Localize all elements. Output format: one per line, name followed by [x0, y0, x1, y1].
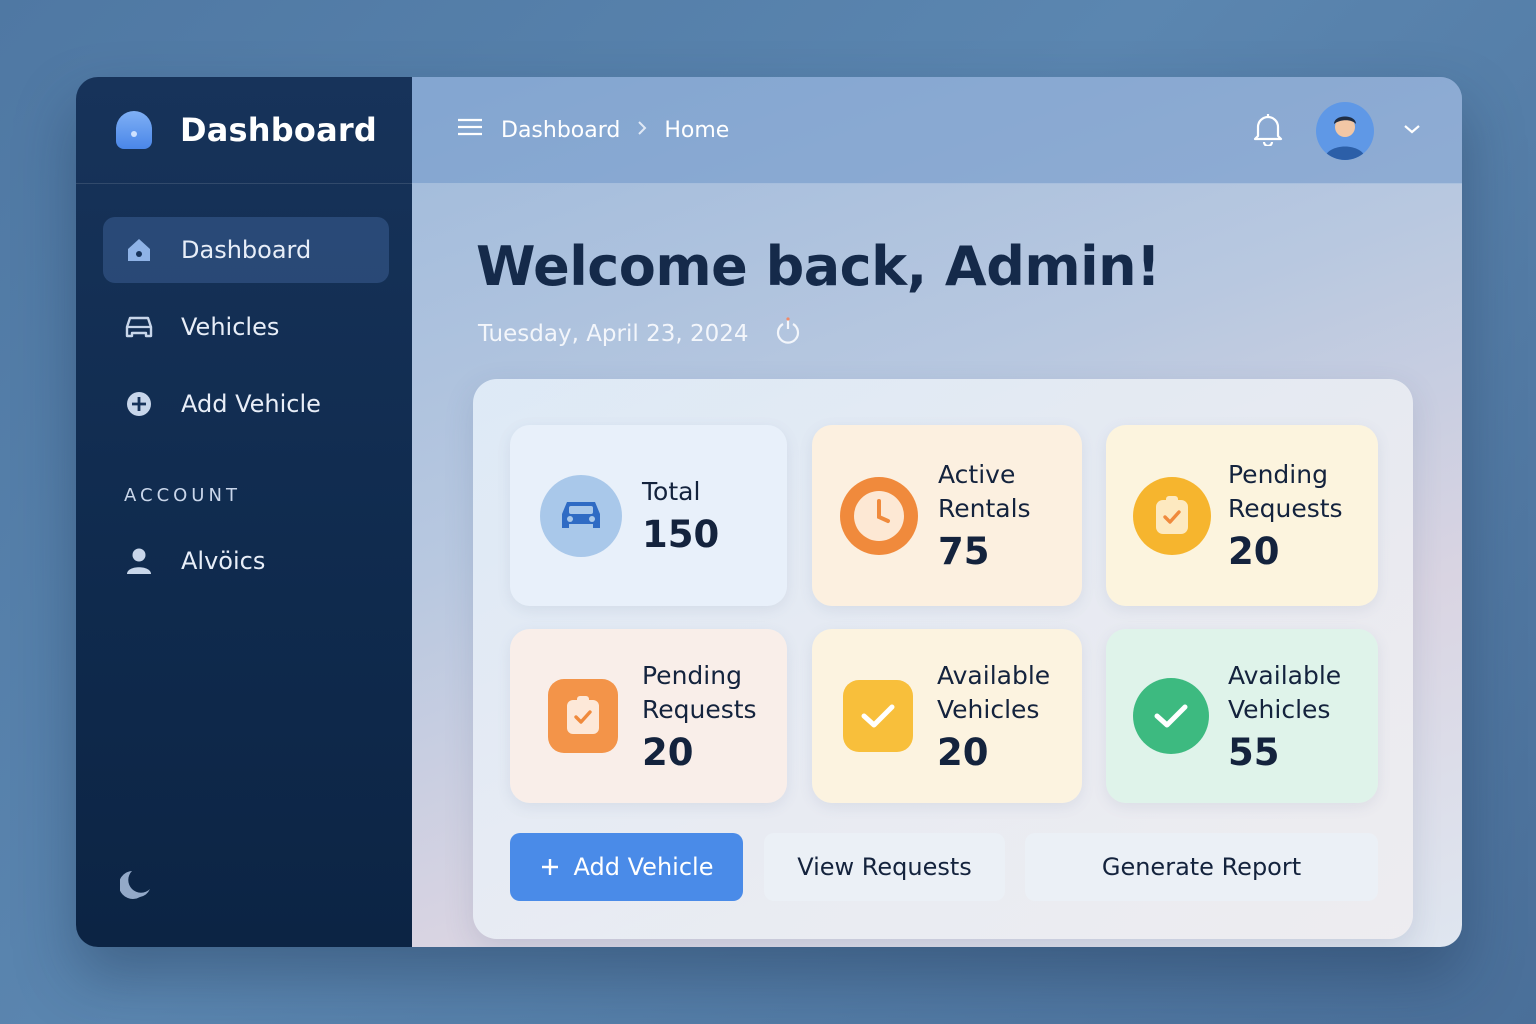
sidebar-item-label: Alvöics [181, 547, 266, 575]
add-vehicle-button[interactable]: Add Vehicle [510, 833, 743, 901]
sidebar-item-dashboard[interactable]: Dashboard [103, 217, 389, 283]
add-vehicle-label: Add Vehicle [573, 853, 714, 881]
stat-card-pending-requests-2[interactable]: Pending Requests 20 [510, 629, 787, 803]
clipboard-check-icon [1133, 476, 1211, 555]
sidebar-item-label: Add Vehicle [181, 390, 321, 418]
topbar-actions [1252, 77, 1422, 184]
breadcrumb-home[interactable]: Home [664, 118, 729, 143]
brand[interactable]: Dashboard [76, 77, 412, 184]
stat-value: 20 [1228, 530, 1280, 573]
stat-card-available-vehicles[interactable]: Available Vehicles 20 [812, 629, 1082, 803]
sidebar-item-vehicles[interactable]: Vehicles [103, 294, 389, 360]
clipboard-check-icon [548, 679, 618, 753]
stat-value: 20 [642, 730, 694, 774]
generate-report-label: Generate Report [1101, 853, 1302, 881]
topbar: Dashboard Home [412, 77, 1462, 184]
stat-card-total[interactable]: Total 150 [510, 425, 787, 606]
stat-value: 150 [642, 513, 720, 556]
app-window: Dashboard Dashboard Vehicles Add Vehicle [76, 77, 1462, 947]
stat-value: 55 [1228, 730, 1280, 774]
chevron-right-icon [636, 118, 648, 143]
breadcrumb-dashboard[interactable]: Dashboard [501, 118, 620, 143]
view-requests-button[interactable]: View Requests [764, 833, 1005, 901]
moon-icon[interactable] [118, 867, 152, 899]
stat-value: 75 [938, 530, 990, 573]
welcome-heading: Welcome back, Admin! [476, 235, 1161, 298]
check-icon [1133, 678, 1209, 754]
stat-card-active-rentals[interactable]: Active Rentals 75 [812, 425, 1082, 606]
chevron-down-icon[interactable] [1402, 121, 1422, 140]
menu-icon[interactable] [457, 117, 483, 143]
stat-label: Available Vehicles [937, 660, 1051, 724]
sidebar-item-label: Dashboard [181, 236, 312, 264]
plus-circle-icon [125, 390, 153, 418]
check-icon [843, 680, 913, 752]
sidebar: Dashboard Dashboard Vehicles Add Vehicle [76, 77, 412, 947]
plus-icon [540, 857, 560, 877]
stat-label: Active Rentals [938, 460, 1031, 523]
section-label-account: ACCOUNT [124, 485, 241, 506]
stat-label: Pending Requests [642, 660, 757, 724]
sidebar-item-account[interactable]: Alvöics [103, 528, 389, 594]
main-content: Dashboard Home Welcome back, Admin! Tues… [412, 77, 1462, 947]
stat-label: Available Vehicles [1228, 660, 1342, 724]
stat-value: 20 [937, 730, 989, 774]
clock-icon [840, 476, 918, 555]
generate-report-button[interactable]: Generate Report [1025, 833, 1378, 901]
power-icon[interactable] [775, 317, 801, 351]
date-row: Tuesday, April 23, 2024 [478, 317, 801, 351]
breadcrumb: Dashboard Home [457, 117, 729, 143]
user-icon [125, 547, 153, 575]
stat-card-available-vehicles-2[interactable]: Available Vehicles 55 [1106, 629, 1378, 803]
bell-icon[interactable] [1252, 112, 1284, 150]
stat-card-pending-requests[interactable]: Pending Requests 20 [1106, 425, 1378, 606]
sidebar-item-label: Vehicles [181, 313, 280, 341]
car-icon [125, 313, 153, 341]
view-requests-label: View Requests [797, 853, 972, 881]
current-date: Tuesday, April 23, 2024 [478, 321, 749, 347]
dome-logo-icon [116, 111, 152, 149]
stat-label: Total [642, 477, 701, 506]
stats-panel: Total 150 Active Rentals 75 Pending Requ… [473, 379, 1413, 939]
sidebar-nav: Dashboard Vehicles Add Vehicle [76, 184, 412, 437]
brand-title: Dashboard [180, 111, 377, 149]
car-icon [540, 474, 622, 557]
home-icon [125, 236, 153, 264]
sidebar-item-add-vehicle[interactable]: Add Vehicle [103, 371, 389, 437]
avatar[interactable] [1316, 101, 1374, 160]
stat-label: Pending Requests [1228, 460, 1343, 523]
